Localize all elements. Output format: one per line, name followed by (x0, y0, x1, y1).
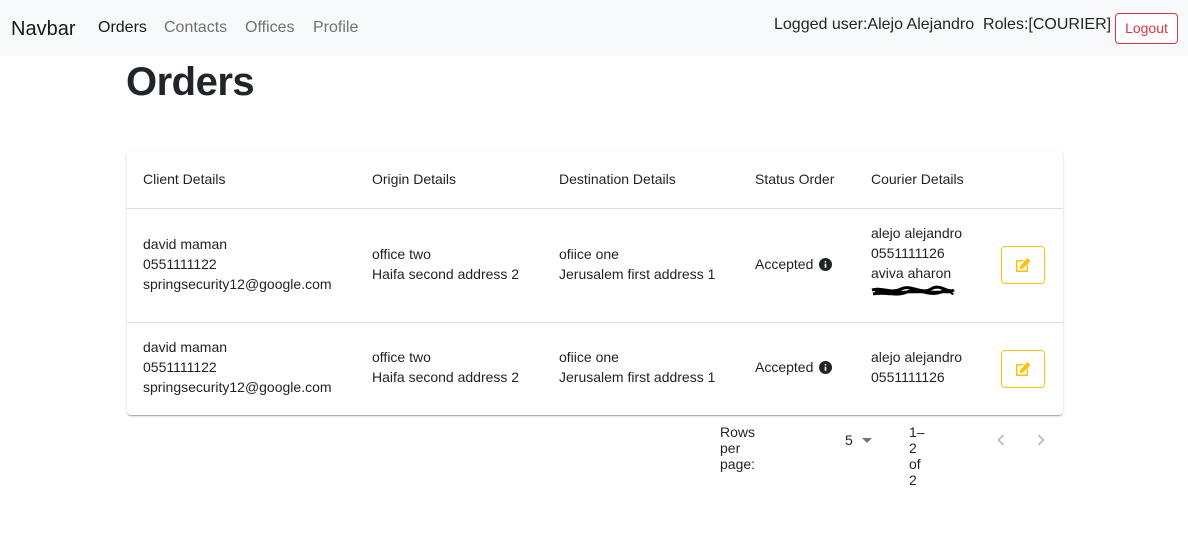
destination-details: ofiice one Jerusalem first address 1 (559, 246, 716, 282)
nav-link-profile[interactable]: Profile (313, 18, 358, 38)
chevron-right-icon[interactable] (1031, 430, 1051, 450)
row-divider (127, 322, 1063, 323)
column-header-status: Status Order (755, 171, 835, 187)
page-title: Orders (126, 60, 255, 104)
courier-details: alejo alejandro 0551111126 (871, 349, 963, 385)
chevron-left-icon[interactable] (991, 430, 1011, 450)
origin-details: office two Haifa second address 2 (372, 246, 520, 282)
column-header-destination: Destination Details (559, 171, 676, 187)
rows-per-page-label: Rows per page: (720, 424, 756, 472)
column-header-client: Client Details (143, 171, 226, 187)
dropdown-caret-icon (861, 437, 872, 443)
edit-icon (1016, 362, 1031, 376)
origin-details: office two Haifa second address 2 (372, 349, 520, 385)
nav-link-orders[interactable]: Orders (98, 18, 147, 38)
edit-icon (1016, 258, 1031, 272)
rows-per-page-select[interactable]: 5 (845, 432, 872, 448)
client-details: david maman 0551111122 springsecurity12@… (143, 236, 332, 292)
info-icon[interactable] (819, 360, 833, 374)
edit-order-button[interactable] (1001, 246, 1045, 284)
destination-details: ofiice one Jerusalem first address 1 (559, 349, 716, 385)
rows-per-page-value: 5 (845, 432, 853, 448)
column-header-origin: Origin Details (372, 171, 457, 187)
status-text: Accepted (755, 359, 814, 375)
redacted-scribble (871, 285, 955, 296)
client-details: david maman 0551111122 springsecurity12@… (143, 339, 332, 395)
orders-table: Client Details Origin Details Destinatio… (127, 152, 1063, 415)
nav-link-offices[interactable]: Offices (245, 18, 295, 38)
status-order: Accepted (755, 254, 833, 274)
pagination-range: 1–2 of 2 (909, 424, 925, 488)
nav-link-contacts[interactable]: Contacts (164, 18, 227, 38)
row-divider (127, 208, 1063, 209)
navbar-brand[interactable]: Navbar (11, 17, 75, 41)
edit-order-button[interactable] (1001, 350, 1045, 388)
info-icon[interactable] (819, 257, 833, 271)
column-header-courier: Courier Details (871, 171, 964, 187)
courier-details: alejo alejandro 0551111126 aviva aharon (871, 223, 962, 301)
status-order: Accepted (755, 357, 833, 377)
navbar: Navbar Orders Contacts Offices Profile L… (0, 0, 1188, 56)
status-text: Accepted (755, 256, 814, 272)
logout-button[interactable]: Logout (1115, 13, 1178, 44)
logged-user-info: Logged user:Alejo Alejandro Roles:[COURI… (774, 16, 1112, 33)
